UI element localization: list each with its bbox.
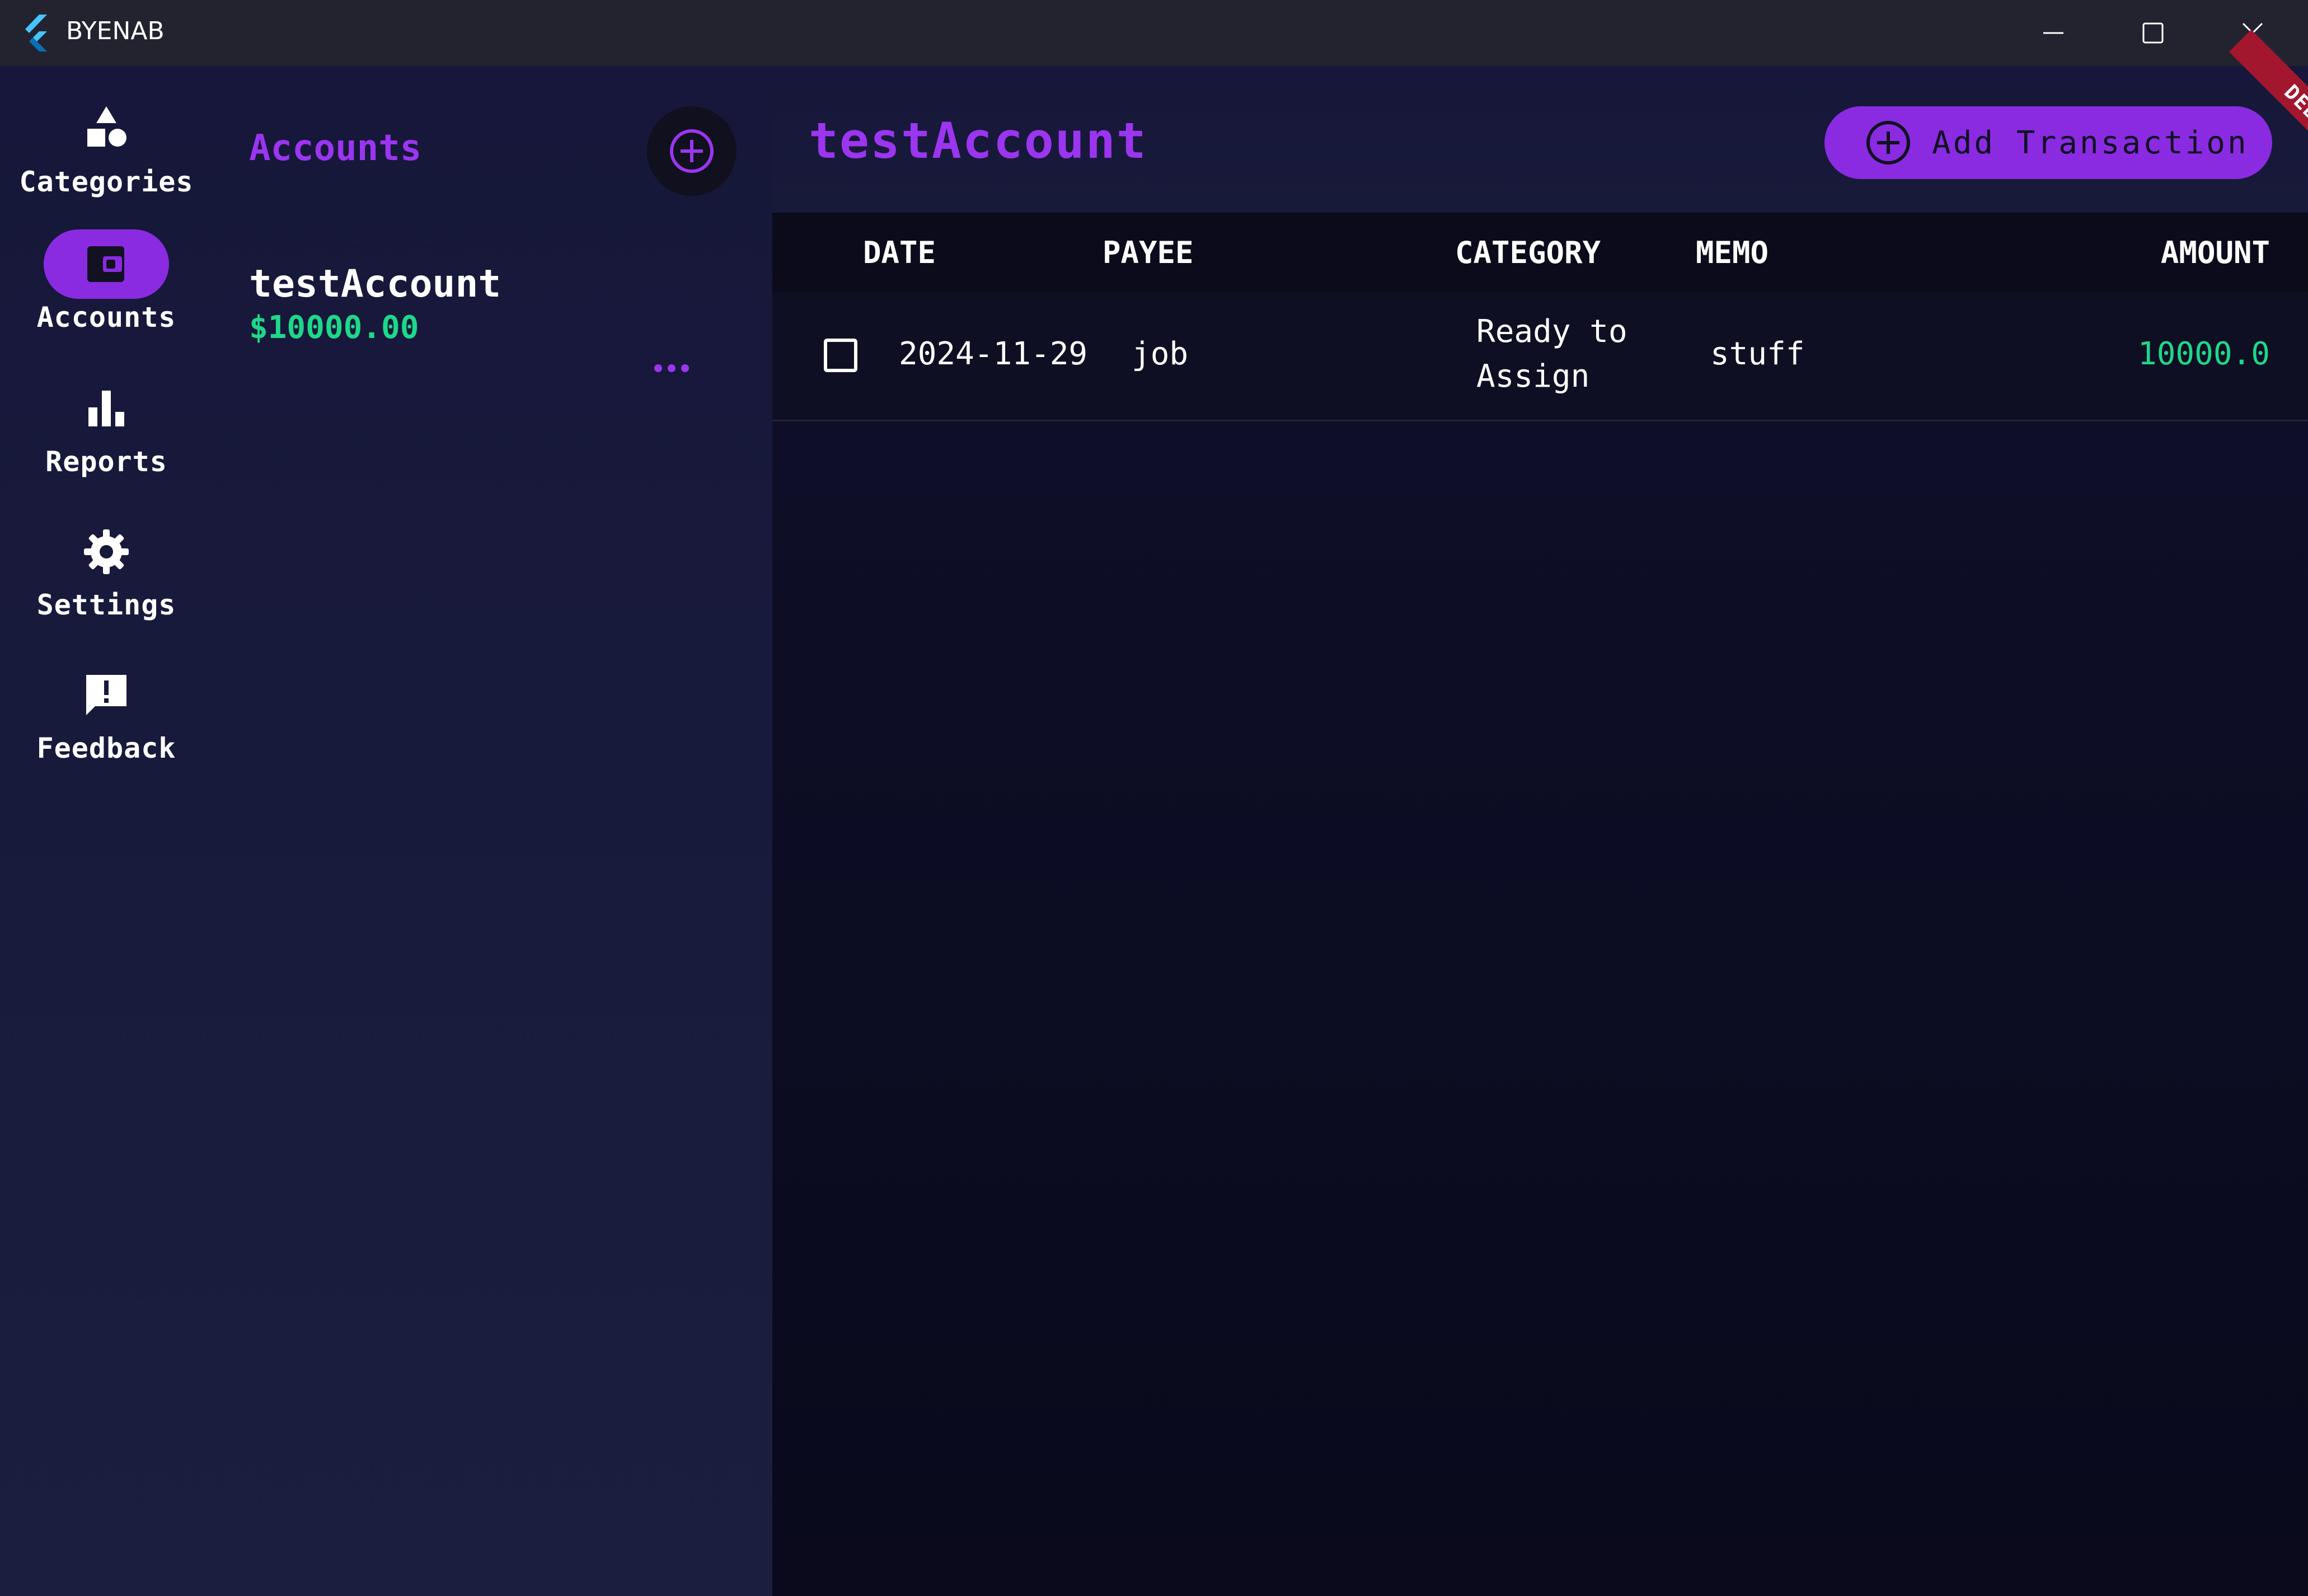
cell-memo: stuff (1710, 336, 1805, 372)
wallet-icon (87, 246, 124, 282)
cell-category-line1: Ready to (1476, 313, 1627, 350)
add-circle-icon (1866, 121, 1910, 165)
minimize-button[interactable] (2004, 0, 2103, 66)
row-checkbox[interactable] (824, 339, 857, 372)
more-dot-icon (668, 364, 675, 372)
nav-pill-active (44, 229, 169, 299)
accounts-panel: Accounts testAccount $10000.00 (213, 66, 772, 1596)
navigation-rail: Categories Accounts Reports Settings Fee… (0, 66, 213, 1596)
nav-item-reports[interactable]: Reports (0, 374, 213, 497)
gear-icon (84, 529, 129, 574)
categories-icon (87, 106, 126, 147)
maximize-icon (2142, 22, 2164, 44)
nav-item-settings[interactable]: Settings (0, 517, 213, 640)
maximize-button[interactable] (2103, 0, 2203, 66)
cell-category-line2: Assign (1476, 358, 1590, 395)
account-item[interactable]: testAccount $10000.00 (249, 262, 730, 372)
nav-item-accounts[interactable]: Accounts (0, 229, 213, 353)
app-window: BYENAB Categories Accounts Reports Setti… (0, 0, 2308, 1596)
nav-label: Categories (19, 166, 194, 198)
transactions-view: testAccount Add Transaction DEBUG DATE P… (772, 29, 2308, 1596)
bar-chart-icon (88, 391, 124, 426)
title-bar[interactable]: BYENAB (0, 0, 2308, 66)
cell-payee: job (1132, 336, 1189, 372)
add-transaction-button[interactable]: Add Transaction (1824, 106, 2272, 179)
nav-label: Feedback (36, 732, 176, 764)
nav-pill (44, 660, 169, 730)
table-row[interactable]: 2024-11-29 job Ready to Assign stuff 100… (772, 292, 2308, 421)
nav-pill (44, 517, 169, 586)
more-dot-icon (681, 364, 689, 372)
column-header-date[interactable]: DATE (863, 235, 936, 270)
main-header: testAccount Add Transaction DEBUG (772, 29, 2308, 213)
nav-item-feedback[interactable]: Feedback (0, 660, 213, 783)
flutter-logo-icon (25, 15, 47, 51)
column-header-memo[interactable]: MEMO (1696, 235, 1768, 270)
nav-pill (44, 94, 169, 163)
nav-label: Settings (36, 589, 176, 621)
account-title: testAccount (809, 112, 1147, 170)
cell-amount: 10000.0 (2137, 336, 2270, 372)
nav-pill (44, 374, 169, 443)
nav-item-categories[interactable]: Categories (0, 94, 213, 217)
minimize-icon (2043, 32, 2063, 34)
column-header-payee[interactable]: PAYEE (1103, 235, 1194, 270)
add-account-button[interactable] (647, 106, 737, 196)
account-more-button[interactable] (641, 349, 702, 388)
column-header-category[interactable]: CATEGORY (1455, 235, 1601, 270)
feedback-icon (86, 675, 126, 715)
add-circle-icon (670, 129, 714, 173)
cell-date: 2024-11-29 (899, 336, 1088, 372)
add-transaction-label: Add Transaction (1932, 124, 2249, 161)
debug-label: DEBUG (2279, 80, 2308, 144)
nav-label: Reports (45, 445, 167, 478)
more-dot-icon (654, 364, 662, 372)
nav-label: Accounts (36, 301, 176, 334)
table-header: DATE PAYEE CATEGORY MEMO AMOUNT (772, 213, 2308, 292)
accounts-title: Accounts (249, 128, 422, 169)
column-header-amount[interactable]: AMOUNT (2161, 235, 2270, 270)
window-title: BYENAB (66, 17, 165, 45)
account-balance: $10000.00 (249, 309, 419, 346)
account-name: testAccount (249, 262, 501, 306)
